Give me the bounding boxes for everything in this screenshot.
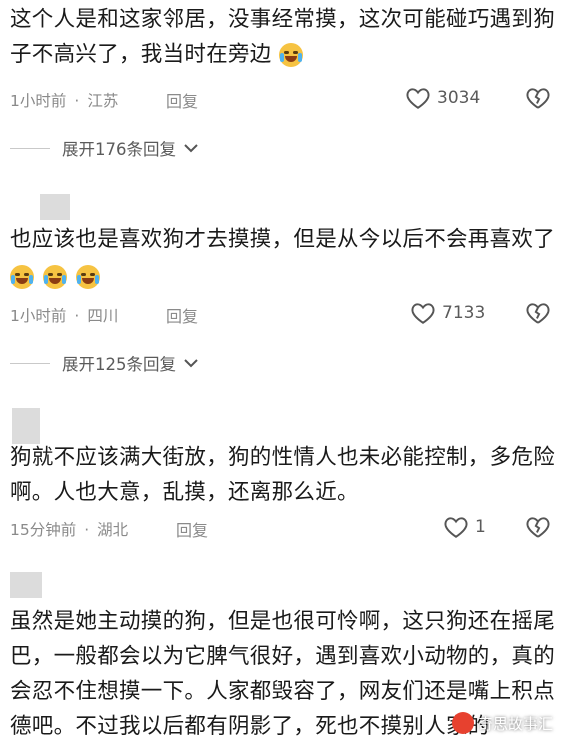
dislike-button[interactable]: [525, 301, 551, 329]
comment-location: 江苏: [87, 92, 119, 110]
like-button[interactable]: 1: [443, 515, 486, 539]
comment-location: 四川: [87, 307, 119, 325]
like-count: 7133: [442, 303, 486, 323]
like-button[interactable]: 7133: [410, 301, 485, 325]
watermark-text: 奇思故事汇: [478, 714, 554, 733]
reply-button[interactable]: 回复: [166, 303, 198, 327]
expand-label: 展开125条回复: [62, 355, 176, 374]
comment-time: 1小时前: [10, 307, 67, 325]
avatar[interactable]: [40, 194, 70, 220]
broken-heart-icon: [526, 88, 550, 109]
comment-1-text: 这个人是和这家邻居，没事经常摸，这次可能碰巧遇到狗 子不高兴了，我当时在旁边: [10, 2, 560, 72]
laughing-tears-emoji-icon: [278, 43, 303, 67]
avatar[interactable]: [12, 408, 40, 444]
comment-3-text: 狗就不应该满大街放，狗的性情人也未必能控制，多危险 啊。人也大意，乱摸，还离那么…: [10, 440, 565, 510]
chevron-down-icon: [184, 359, 198, 368]
expand-label: 展开176条回复: [62, 140, 176, 159]
avatar[interactable]: [10, 572, 42, 598]
like-count: 3034: [437, 88, 481, 108]
like-button[interactable]: 3034: [405, 86, 480, 110]
comment-location: 湖北: [97, 521, 129, 539]
divider-line: [10, 147, 50, 149]
broken-heart-icon: [526, 517, 550, 538]
comment-text-line: 会忍不住想摸一下。人家都毁容了，网友们还是嘴上积点: [10, 679, 556, 704]
laughing-tears-emoji-icon: [76, 265, 101, 289]
laughing-tears-emoji-icon: [43, 265, 68, 289]
heart-outline-icon: [411, 303, 435, 324]
reply-button[interactable]: 回复: [166, 88, 198, 112]
dislike-button[interactable]: [525, 515, 551, 543]
heart-outline-icon: [444, 517, 468, 538]
comment-2-text: 也应该也是喜欢狗才去摸摸，但是从今以后不会再喜欢了: [10, 222, 565, 294]
comment-text-line: 子不高兴了，我当时在旁边: [10, 37, 560, 72]
dislike-button[interactable]: [525, 86, 551, 114]
laughing-tears-emoji-icon: [10, 265, 34, 289]
comment-text-line: 狗就不应该满大街放，狗的性情人也未必能控制，多危险: [10, 445, 556, 470]
watermark-logo-icon: [452, 712, 474, 734]
comment-2-meta: 1小时前 · 四川: [10, 307, 119, 325]
divider-line: [10, 362, 50, 364]
comment-3-meta: 15分钟前 · 湖北: [10, 521, 129, 539]
broken-heart-icon: [526, 303, 550, 324]
chevron-down-icon: [184, 144, 198, 153]
comment-text-line: 巴，一般都会以为它脾气很好，遇到喜欢小动物的，真的: [10, 644, 556, 669]
comment-text-line: 啊。人也大意，乱摸，还离那么近。: [10, 480, 359, 505]
expand-replies-button[interactable]: 展开125条回复: [10, 351, 200, 375]
comment-text-line: 这个人是和这家邻居，没事经常摸，这次可能碰巧遇到狗: [10, 7, 556, 32]
watermark: 奇思故事汇: [452, 712, 553, 734]
comment-1-meta: 1小时前 · 江苏: [10, 92, 119, 110]
comment-time: 15分钟前: [10, 521, 77, 539]
heart-outline-icon: [406, 88, 430, 109]
expand-replies-button[interactable]: 展开176条回复: [10, 136, 200, 160]
comment-text-line: 虽然是她主动摸的狗，但是也很可怜啊，这只狗还在摇尾: [10, 609, 556, 634]
emoji-row: [10, 259, 565, 294]
comment-time: 1小时前: [10, 92, 67, 110]
comment-text-line: 也应该也是喜欢狗才去摸摸，但是从今以后不会再喜欢了: [10, 227, 556, 252]
like-count: 1: [475, 517, 486, 537]
reply-button[interactable]: 回复: [176, 517, 208, 541]
